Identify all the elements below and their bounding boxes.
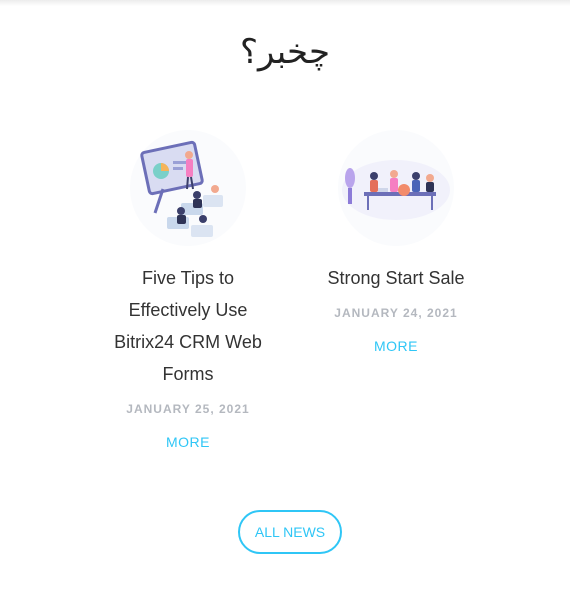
more-link[interactable]: MORE: [296, 338, 496, 354]
more-link[interactable]: MORE: [88, 434, 288, 450]
news-date: JANUARY 25, 2021: [126, 402, 250, 416]
news-card: Five Tips to Effectively Use Bitrix24 CR…: [88, 130, 288, 450]
news-title[interactable]: Five Tips to Effectively Use Bitrix24 CR…: [88, 262, 288, 390]
presentation-illustration-icon[interactable]: [130, 130, 246, 246]
news-date: JANUARY 24, 2021: [334, 306, 458, 320]
header-shadow: [0, 0, 570, 6]
all-news-button[interactable]: ALL NEWS: [238, 510, 342, 554]
news-title[interactable]: Strong Start Sale: [296, 262, 496, 294]
meeting-illustration-icon[interactable]: [338, 130, 454, 246]
section-heading: چخبر؟: [239, 32, 331, 72]
news-card: Strong Start Sale JANUARY 24, 2021 MORE: [296, 130, 496, 354]
